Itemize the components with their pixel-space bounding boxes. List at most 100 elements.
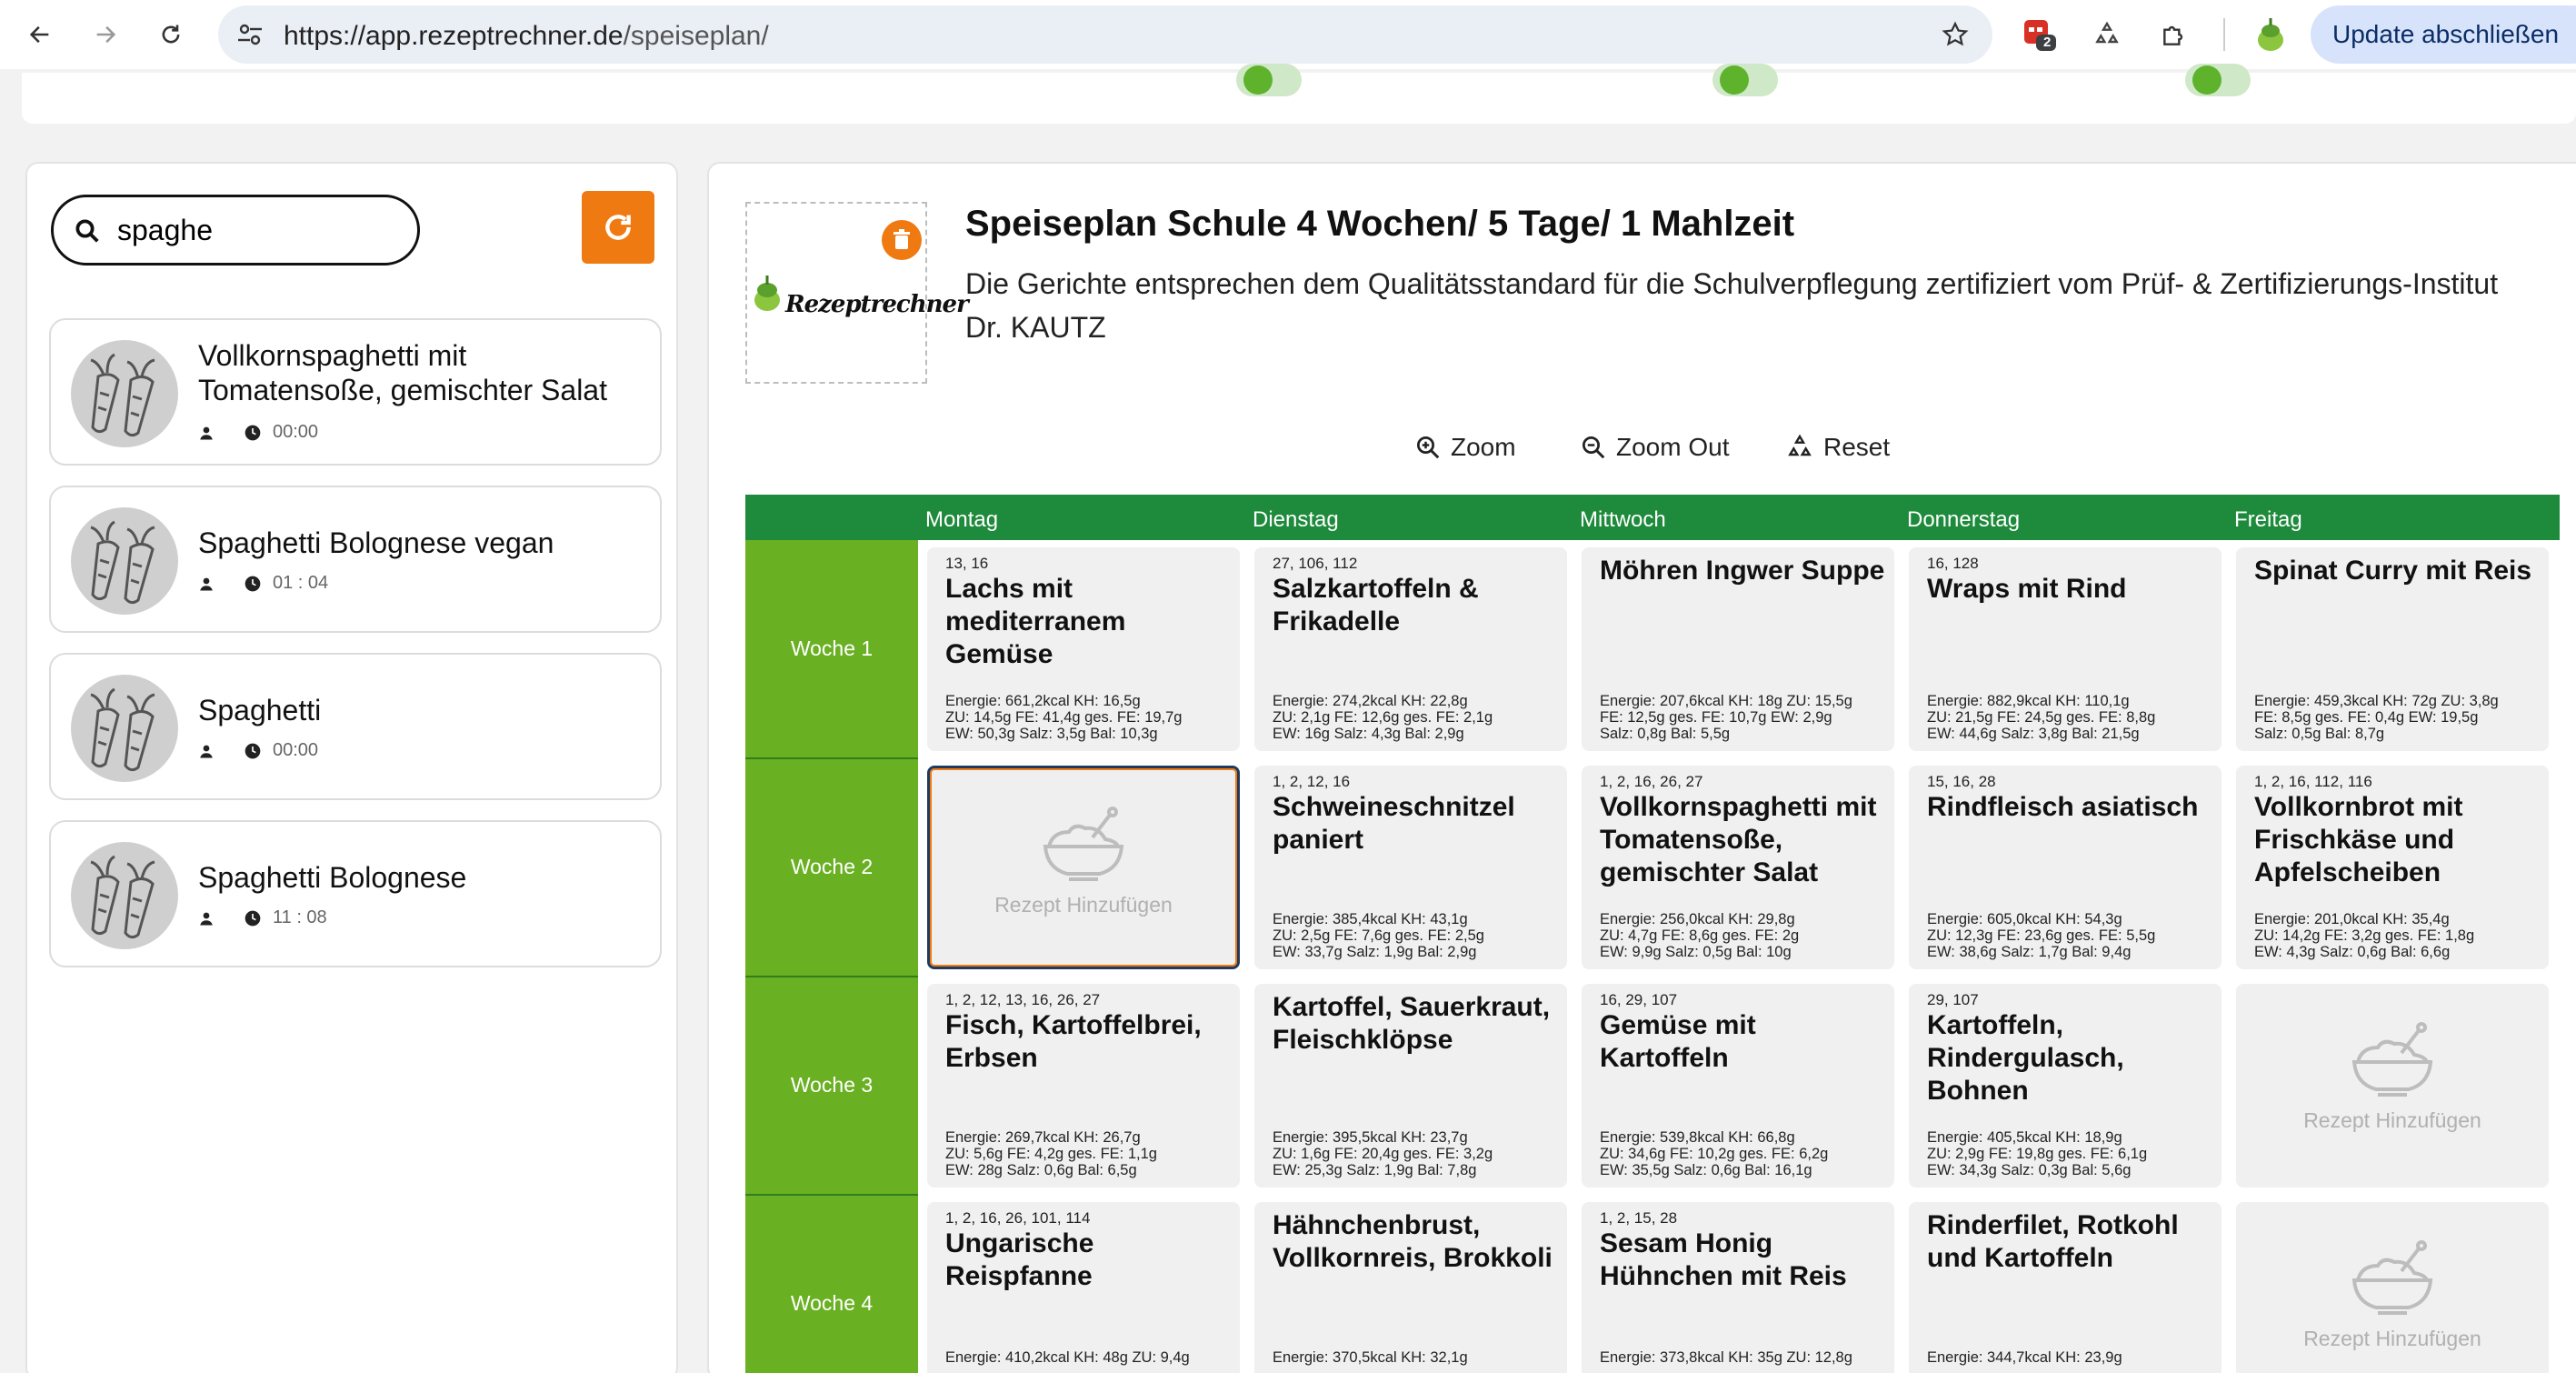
meal-cell[interactable]: Kartoffel, Sauerkraut, Fleischklöpse Ener… (1254, 984, 1567, 1188)
meal-cell[interactable]: Spinat Curry mit Reis Energie: 459,3kcal … (2236, 547, 2549, 751)
add-recipe-slot[interactable]: Rezept Hinzufügen (2236, 1202, 2549, 1373)
meal-title: Kartoffeln, Rindergulasch, Bohnen (1927, 1010, 2124, 1106)
nutrition-info: Energie: 395,5kcal KH: 23,7g ZU: 1,6g FE:… (1273, 1129, 1563, 1178)
recipe-avatar (71, 507, 178, 615)
meal-cell[interactable]: 1, 2, 16, 112, 116 Vollkornbrot mit Frisc… (2236, 766, 2549, 969)
arrow-left-icon (29, 25, 49, 44)
delete-logo-button[interactable] (882, 220, 922, 260)
recipe-card[interactable]: Spaghetti Bolognese vegan 01 : 04 (49, 486, 662, 633)
nutrition-info: Energie: 370,5kcal KH: 32,1g (1273, 1349, 1563, 1366)
allergen-codes: 15, 16, 28 (1927, 773, 1996, 790)
meal-cell[interactable]: Möhren Ingwer Suppe Energie: 207,6kcal KH… (1582, 547, 1894, 751)
week-label: Woche 3 (790, 1073, 874, 1097)
meal-cell[interactable]: 1, 2, 12, 16 Schweineschnitzel paniert Ene… (1254, 766, 1567, 969)
address-bar[interactable]: https://app.rezeptrechner.de/speiseplan/ (218, 5, 1992, 64)
update-button[interactable]: Update abschließen (2311, 5, 2576, 64)
meal-cell[interactable]: 16, 128 Wraps mit Rind Energie: 882,9kcal … (1909, 547, 2222, 751)
calendar-extension[interactable]: 2 (2020, 15, 2060, 55)
meal-title: Rindfleisch asiatisch (1927, 792, 2199, 822)
add-recipe-button[interactable]: Rezept Hinzufügen (2236, 1238, 2549, 1351)
meal-cell[interactable]: 29, 107 Kartoffeln, Rindergulasch, Bohnen… (1909, 984, 2222, 1188)
nutrition-line: EW: 28g Salz: 0,6g Bal: 6,5g (945, 1162, 1137, 1178)
meal-cell[interactable]: 1, 2, 12, 13, 16, 26, 27 Fisch, Kartoffel… (927, 984, 1240, 1188)
logo-upload[interactable]: Rezeptrechner (745, 202, 969, 384)
week-label: Woche 1 (790, 636, 874, 660)
recycle-extension[interactable] (2087, 15, 2127, 55)
nutrition-line: Energie: 459,3kcal KH: 72g ZU: 3,8g (2254, 693, 2499, 709)
search-icon (75, 219, 99, 243)
toggle-switch[interactable] (1712, 64, 1778, 96)
add-recipe-slot[interactable]: Rezept Hinzufügen (2236, 984, 2549, 1188)
toggle-switch[interactable] (2185, 64, 2251, 96)
meal-title: Vollkornbrot mit Frischkäse und Apfelsch… (2254, 792, 2463, 887)
meal-title: Möhren Ingwer Suppe (1600, 556, 1885, 586)
meal-cell[interactable]: 13, 16 Lachs mit mediterranem Gemüse Energ… (927, 547, 1240, 751)
zoom-out-label: Zoom Out (1616, 433, 1730, 461)
meal-title: Schweineschnitzel paniert (1273, 792, 1515, 855)
nutrition-line: Energie: 385,4kcal KH: 43,1g (1273, 911, 1468, 927)
bookmark-star-icon[interactable] (1942, 21, 1969, 48)
meal-title: Wraps mit Rind (1927, 574, 2127, 604)
nutrition-line: Energie: 256,0kcal KH: 29,8g (1600, 911, 1795, 927)
recipe-meta: 11 : 08 (198, 907, 327, 928)
allergen-codes: 1, 2, 12, 13, 16, 26, 27 (945, 991, 1101, 1008)
recipe-title: Spaghetti Bolognese vegan (198, 526, 554, 559)
meal-cell[interactable]: 1, 2, 16, 26, 101, 114 Ungarische Reispfa… (927, 1202, 1240, 1373)
recipe-card[interactable]: Spaghetti 00:00 (49, 653, 662, 800)
nutrition-line: Energie: 539,8kcal KH: 66,8g (1600, 1129, 1795, 1146)
meal-cell[interactable]: 16, 29, 107 Gemüse mit Kartoffeln Energie:… (1582, 984, 1894, 1188)
reset-label: Reset (1823, 433, 1891, 461)
meal-title: Vollkornspaghetti mit Tomatensoße, gemis… (1600, 792, 1877, 887)
nutrition-line: EW: 33,7g Salz: 1,9g Bal: 2,9g (1273, 944, 1477, 960)
zoom-out-icon (1583, 436, 1605, 459)
nutrition-line: Energie: 201,0kcal KH: 35,4g (2254, 911, 2450, 927)
meal-cell[interactable]: 15, 16, 28 Rindfleisch asiatisch Energie: … (1909, 766, 2222, 969)
reload-button[interactable] (151, 15, 191, 55)
user-icon (200, 426, 213, 439)
nutrition-line: EW: 34,3g Salz: 0,3g Bal: 5,6g (1927, 1162, 2132, 1178)
nutrition-line: ZU: 1,6g FE: 20,4g ges. FE: 3,2g (1273, 1146, 1493, 1162)
nutrition-info: Energie: 274,2kcal KH: 22,8g ZU: 2,1g FE:… (1273, 693, 1563, 742)
nutrition-info: Energie: 405,5kcal KH: 18,9g ZU: 2,9g FE:… (1927, 1129, 2218, 1178)
nutrition-line: EW: 25,3g Salz: 1,9g Bal: 7,8g (1273, 1162, 1477, 1178)
recipe-meta: 00:00 (198, 422, 318, 443)
meal-cell[interactable]: Rinderfilet, Rotkohl und Kartoffeln Energ… (1909, 1202, 2222, 1373)
logo-wordmark: Rezeptrechner (785, 291, 969, 318)
extension-badge: 2 (2043, 35, 2052, 50)
meal-title: Ungarische Reispfanne (945, 1228, 1094, 1291)
day-header-mittwoch: Mittwoch (1580, 507, 1666, 532)
add-recipe-label: Rezept Hinzufügen (2303, 1327, 2481, 1350)
back-button[interactable] (20, 15, 60, 55)
search-box[interactable] (51, 195, 420, 266)
settings-strip (22, 64, 2576, 124)
add-recipe-button[interactable]: Rezept Hinzufügen (930, 805, 1237, 917)
day-header-montag: Montag (925, 507, 999, 532)
reset-button[interactable]: Reset (1785, 433, 1890, 462)
search-input[interactable] (117, 210, 408, 250)
recipe-card[interactable]: Vollkornspaghetti mit Tomatensoße, gemis… (49, 318, 662, 466)
allergen-codes: 1, 2, 16, 26, 101, 114 (945, 1209, 1091, 1227)
allergen-codes: 1, 2, 16, 26, 27 (1600, 773, 1703, 790)
nutrition-info: Energie: 201,0kcal KH: 35,4g ZU: 14,2g FE… (2254, 911, 2545, 960)
meal-title: Hähnchenbrust, Vollkornreis, Brokkoli (1273, 1210, 1553, 1273)
refresh-button[interactable] (582, 191, 654, 264)
zoom-out-button[interactable]: Zoom Out (1580, 433, 1729, 462)
week-separator (745, 1194, 918, 1196)
nutrition-line: ZU: 34,6g FE: 10,2g ges. FE: 6,2g (1600, 1146, 1829, 1162)
meal-cell[interactable]: 1, 2, 16, 26, 27 Vollkornspaghetti mit To… (1582, 766, 1894, 969)
zoom-in-button[interactable]: Zoom (1414, 433, 1516, 462)
toggle-switch[interactable] (1236, 64, 1302, 96)
extensions-button[interactable] (2154, 15, 2194, 55)
zoom-in-icon (1417, 436, 1440, 459)
meal-cell[interactable]: 27, 106, 112 Salzkartoffeln & Frikadelle E… (1254, 547, 1567, 751)
recipe-card[interactable]: Spaghetti Bolognese 11 : 08 (49, 820, 662, 967)
meal-cell[interactable]: Hähnchenbrust, Vollkornreis, Brokkoli Ene… (1254, 1202, 1567, 1373)
add-recipe-slot[interactable]: Rezept Hinzufügen (927, 766, 1240, 969)
rezeptrechner-extension[interactable] (2251, 15, 2291, 55)
meal-cell[interactable]: 1, 2, 15, 28 Sesam Honig Hühnchen mit Rei… (1582, 1202, 1894, 1373)
nutrition-info: Energie: 539,8kcal KH: 66,8g ZU: 34,6g FE… (1600, 1129, 1891, 1178)
user-icon (200, 577, 213, 590)
meal-plan-panel: Rezeptrechner Speiseplan Schule 4 Wochen… (707, 162, 2576, 1373)
forward-button[interactable] (85, 15, 125, 55)
add-recipe-button[interactable]: Rezept Hinzufügen (2236, 1020, 2549, 1133)
